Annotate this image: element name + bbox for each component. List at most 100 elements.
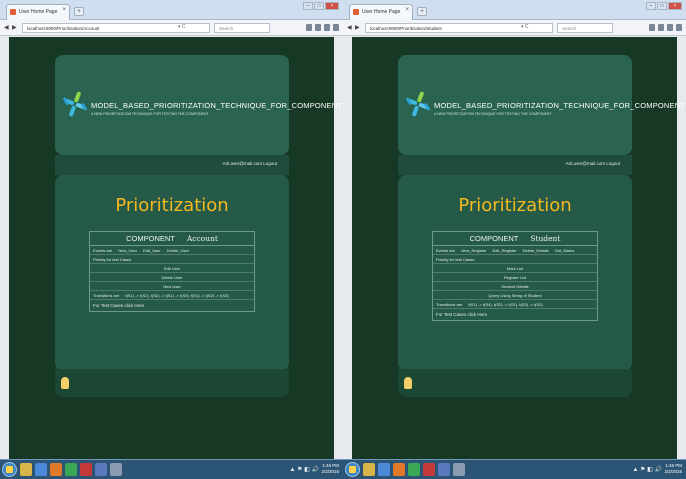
events-row: Events are New_User Edit_User Delete_Use…	[90, 246, 254, 255]
browser-window-account: User Home Page × + – □ × ◀ ▶ localhost:8…	[0, 0, 343, 479]
component-label: COMPONENT	[126, 234, 175, 243]
forward-icon[interactable]: ▶	[12, 24, 17, 31]
page-body: MODEL_BASED_PRIORITIZATION_TECHNIQUE_FOR…	[352, 37, 685, 459]
close-tab-icon[interactable]: ×	[405, 7, 409, 13]
events-row: Events are New_Register Edit_Register De…	[433, 246, 597, 255]
media-icon[interactable]	[378, 463, 390, 476]
site-header: MODEL_BASED_PRIORITIZATION_TECHNIQUE_FOR…	[398, 55, 685, 155]
window-controls: – □ ×	[646, 2, 682, 11]
maximize-icon[interactable]: □	[657, 2, 667, 10]
tab-bar: User Home Page × + – □ ×	[343, 0, 686, 20]
component-table: COMPONENT Account Events are New_User Ed…	[89, 231, 255, 312]
user-logout-link[interactable]: Arti.user@mail.com Logout	[566, 161, 620, 166]
menu-icon[interactable]	[676, 24, 682, 31]
new-tab-button[interactable]: +	[74, 7, 84, 16]
forward-icon[interactable]: ▶	[355, 24, 360, 31]
search-input[interactable]: Search	[557, 23, 613, 33]
test-cases-link[interactable]: For Test Cases click Here	[433, 309, 597, 320]
reload-icon[interactable]: ▾ C	[178, 24, 186, 30]
lightbulb-icon	[61, 377, 69, 389]
site-header: MODEL_BASED_PRIORITIZATION_TECHNIQUE_FOR…	[55, 55, 342, 155]
pinwheel-logo-icon	[406, 91, 430, 117]
tab-bar: User Home Page × + – □ ×	[0, 0, 343, 20]
app-icon[interactable]	[110, 463, 122, 476]
content-panel: Prioritization COMPONENT Account Events …	[55, 175, 289, 371]
transitions-label: Transitions are	[93, 293, 120, 298]
priority-label-row: Priority for test Cases	[90, 255, 254, 264]
taskbar-apps	[20, 463, 122, 476]
search-input[interactable]: Search	[214, 23, 270, 33]
clock[interactable]: 1:46 PM 2/2/2015	[664, 463, 682, 475]
user-bar: Arti.user@mail.com Logout	[55, 155, 289, 175]
priority-item: Edit User	[90, 264, 254, 273]
clock[interactable]: 1:46 PM 2/2/2015	[321, 463, 339, 475]
transitions-row: Transitions are t(S1) -> t(S2), t(S2) ->…	[90, 291, 254, 300]
window-controls: – □ ×	[303, 2, 339, 11]
folder-icon[interactable]	[363, 463, 375, 476]
app-icon[interactable]	[95, 463, 107, 476]
start-button[interactable]	[345, 462, 360, 477]
priority-item: Query Using String of Student	[433, 291, 597, 300]
page-footer	[398, 369, 632, 397]
back-icon[interactable]: ◀	[4, 24, 9, 31]
component-name: Student	[530, 234, 561, 243]
home-icon[interactable]	[667, 24, 673, 31]
tab-title: User Home Page	[19, 9, 58, 15]
close-window-icon[interactable]: ×	[668, 2, 682, 10]
chrome-icon[interactable]	[65, 463, 77, 476]
firefox-icon[interactable]	[393, 463, 405, 476]
maximize-icon[interactable]: □	[314, 2, 324, 10]
browser-tab[interactable]: User Home Page ×	[6, 4, 70, 20]
user-logout-link[interactable]: Arti.user@mail.com Logout	[223, 161, 277, 166]
site-tagline: A NEW PRIORITIZATION TECHNIQUE FOR TESTI…	[91, 112, 209, 116]
folder-icon[interactable]	[20, 463, 32, 476]
browser-window-student: User Home Page × + – □ × ◀ ▶ localhost:8…	[343, 0, 686, 479]
app-icon[interactable]	[80, 463, 92, 476]
bookmark-icon[interactable]	[306, 24, 312, 31]
transitions-value: t(S1) -> t(S2), t(S2) -> t(S1) -> t(S3),…	[125, 293, 229, 298]
windows-taskbar: ▲ ⚑ ◧ 🔊 1:46 PM 2/2/2015	[0, 459, 343, 479]
component-header: COMPONENT Student	[433, 232, 597, 246]
events-label: Events are	[436, 248, 456, 253]
tray-icons[interactable]: ▲ ⚑ ◧ 🔊	[633, 466, 662, 473]
windows-logo-icon	[6, 466, 13, 473]
minimize-icon[interactable]: –	[303, 2, 313, 10]
bookmark-icon[interactable]	[649, 24, 655, 31]
taskbar-apps	[363, 463, 465, 476]
downloads-icon[interactable]	[315, 24, 321, 31]
firefox-icon[interactable]	[50, 463, 62, 476]
priority-item: Register List	[433, 273, 597, 282]
app-icon[interactable]	[453, 463, 465, 476]
browser-tab[interactable]: User Home Page ×	[349, 4, 413, 20]
priority-item: Student Details	[433, 282, 597, 291]
clock-date: 2/2/2015	[321, 469, 339, 474]
home-icon[interactable]	[324, 24, 330, 31]
priority-item: New User	[90, 282, 254, 291]
downloads-icon[interactable]	[658, 24, 664, 31]
back-icon[interactable]: ◀	[347, 24, 352, 31]
reload-icon[interactable]: ▾ C	[521, 24, 529, 30]
tray-icons[interactable]: ▲ ⚑ ◧ 🔊	[290, 466, 319, 473]
clock-date: 2/2/2015	[664, 469, 682, 474]
media-icon[interactable]	[35, 463, 47, 476]
user-bar: Arti.user@mail.com Logout	[398, 155, 632, 175]
test-cases-link[interactable]: For Test Cases click Here	[90, 300, 254, 311]
start-button[interactable]	[2, 462, 17, 477]
pinwheel-logo-icon	[63, 91, 87, 117]
close-tab-icon[interactable]: ×	[62, 7, 66, 13]
event-item: Delete_User	[166, 248, 189, 253]
event-item: Edit_User	[143, 248, 161, 253]
menu-icon[interactable]	[333, 24, 339, 31]
chrome-icon[interactable]	[408, 463, 420, 476]
component-header: COMPONENT Account	[90, 232, 254, 246]
app-icon[interactable]	[423, 463, 435, 476]
transitions-value: t(S1) -> t(S4), t(S2) -> t(S1), t(S3) ->…	[468, 302, 543, 307]
close-window-icon[interactable]: ×	[325, 2, 339, 10]
app-icon[interactable]	[438, 463, 450, 476]
transitions-label: Transitions are	[436, 302, 463, 307]
event-item: Get_Marks	[554, 248, 575, 253]
favicon-icon	[353, 9, 359, 15]
event-item: Edit_Register	[492, 248, 517, 253]
minimize-icon[interactable]: –	[646, 2, 656, 10]
new-tab-button[interactable]: +	[417, 7, 427, 16]
